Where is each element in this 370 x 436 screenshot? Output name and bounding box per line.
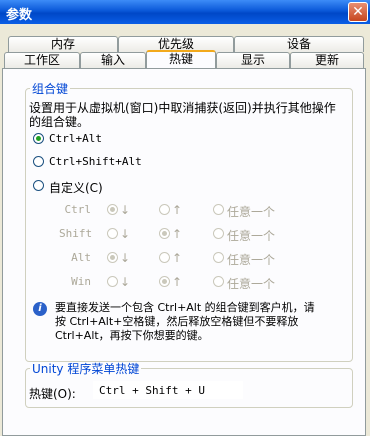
tab-workspace[interactable]: 工作区 [4,52,80,68]
info-line-3: Ctrl+Alt，再按下你想要的键。 [55,329,209,342]
mod-label-ctrl: Ctrl [64,203,92,216]
tab-memory[interactable]: 内存 [8,36,118,52]
ctrl-down-label: ↓ [120,203,131,217]
win-up-radio[interactable] [159,276,170,287]
mod-label-win: Win [71,275,91,288]
win-any-label: 任意一个 [227,277,276,291]
radio-ctrl-alt[interactable] [33,133,44,144]
info-icon: i [33,302,47,316]
radio-ctrl-shift-alt[interactable] [33,156,44,167]
alt-any-radio[interactable] [213,252,224,263]
option-ctrl-alt-label: Ctrl+Alt [49,132,102,145]
alt-up-radio[interactable] [159,252,170,263]
win-up-label: ↑ [172,275,183,289]
ctrl-up-label: ↑ [172,203,183,217]
shift-any-radio[interactable] [213,228,224,239]
close-button[interactable]: ✕ [348,2,368,22]
alt-up-label: ↑ [172,251,183,265]
ctrl-up-radio[interactable] [159,204,170,215]
shift-down-label: ↓ [120,227,131,241]
shift-down-radio[interactable] [107,228,118,239]
mod-label-alt: Alt [71,251,91,264]
tab-devices[interactable]: 设备 [234,36,364,52]
window-title: 参数 [6,8,33,23]
unity-hotkey-field[interactable]: Ctrl + Shift + U [93,381,243,399]
alt-any-label: 任意一个 [227,253,276,267]
win-down-radio[interactable] [107,276,118,287]
unity-hotkey-value: Ctrl + Shift + U [99,384,205,397]
unity-group-legend: Unity 程序菜单热键 [32,362,140,376]
shift-any-label: 任意一个 [227,229,276,243]
ctrl-down-radio[interactable] [107,204,118,215]
shift-up-label: ↑ [172,227,183,241]
shift-up-radio[interactable] [159,228,170,239]
win-any-radio[interactable] [213,276,224,287]
tab-display[interactable]: 显示 [216,52,290,68]
ctrl-any-radio[interactable] [213,204,224,215]
option-custom-label: 自定义(C) [49,181,103,195]
alt-down-label: ↓ [120,251,131,265]
tab-input[interactable]: 输入 [80,52,146,68]
tab-updates[interactable]: 更新 [290,52,364,68]
unity-hotkey-label: 热键(O): [29,387,76,401]
hotkeys-panel: 组合键 设置用于从虚拟机(窗口)中取消捕获(返回)并执行其他操作 的组合键。 C… [2,68,366,436]
win-down-label: ↓ [120,275,131,289]
description-line-2: 的组合键。 [29,115,90,129]
radio-custom[interactable] [33,180,44,191]
tab-hotkeys[interactable]: 热键 [146,50,216,68]
alt-down-radio[interactable] [107,252,118,263]
group-legend: 组合键 [32,82,69,96]
ctrl-any-label: 任意一个 [227,205,276,219]
option-ctrl-shift-alt-label: Ctrl+Shift+Alt [49,155,142,168]
mod-label-shift: Shift [59,227,93,240]
title-bar: 参数 ✕ [0,0,370,24]
